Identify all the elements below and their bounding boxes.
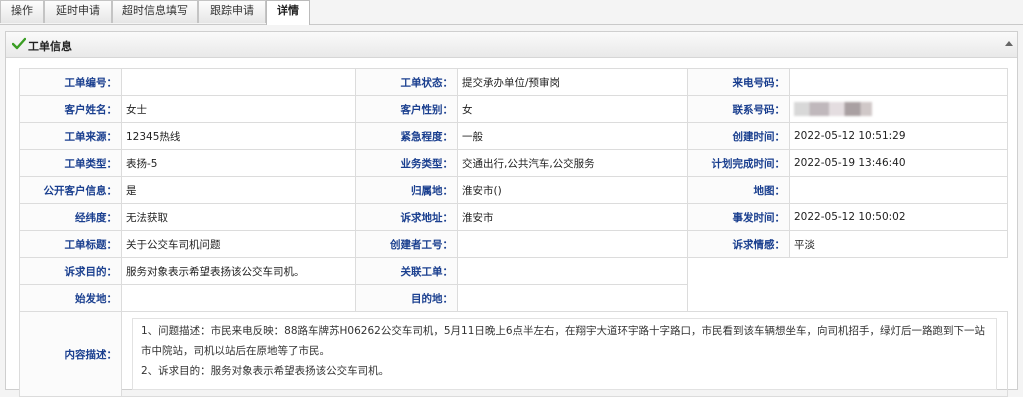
table-row: 客户姓名： 女士 客户性别： 女 联系号码：	[19, 95, 1008, 123]
lnglat-label: 经纬度：	[19, 203, 122, 231]
map-value[interactable]	[789, 176, 1008, 204]
locality-label: 归属地：	[355, 176, 458, 204]
related-order-value[interactable]	[457, 257, 688, 285]
creator-id-label: 创建者工号：	[355, 230, 458, 258]
planned-finish-value: 2022-05-19 13:46:40	[789, 149, 1008, 177]
order-no-value	[121, 68, 356, 96]
tab-delay-request[interactable]: 延时申请	[44, 0, 112, 23]
created-at-value: 2022-05-12 10:51:29	[789, 122, 1008, 150]
appeal-emotion-value: 平淡	[789, 230, 1008, 258]
customer-name-label: 客户姓名：	[19, 95, 122, 123]
panel-header: 工单信息	[6, 32, 1017, 58]
order-title-label: 工单标题：	[19, 230, 122, 258]
content-description: 1、问题描述：市民来电反映：88路车牌苏H06262公交车司机，5月11日晚上6…	[132, 318, 997, 390]
origin-label: 始发地：	[19, 284, 122, 312]
appeal-purpose-value: 服务对象表示希望表扬该公交车司机。	[121, 257, 356, 285]
order-status-value: 提交承办单位/预审岗	[457, 68, 688, 96]
business-type-label: 业务类型：	[355, 149, 458, 177]
tab-tracking-request[interactable]: 跟踪申请	[198, 0, 266, 23]
work-order-panel: 工单信息 工单编号： 工单状态： 提交承办单位/预审岗 来电号码： 客户姓名： …	[5, 31, 1018, 397]
order-status-label: 工单状态：	[355, 68, 458, 96]
caller-no-value	[789, 68, 1008, 96]
tab-operation[interactable]: 操作	[0, 0, 44, 23]
urgency-label: 紧急程度：	[355, 122, 458, 150]
appeal-address-label: 诉求地址：	[355, 203, 458, 231]
creator-id-value	[457, 230, 688, 258]
appeal-purpose-label: 诉求目的：	[19, 257, 122, 285]
customer-gender-value: 女	[457, 95, 688, 123]
order-no-label: 工单编号：	[19, 68, 122, 96]
content-cell: 1、问题描述：市民来电反映：88路车牌苏H06262公交车司机，5月11日晚上6…	[121, 311, 1008, 397]
redacted-phone	[794, 102, 872, 116]
customer-gender-label: 客户性别：	[355, 95, 458, 123]
tab-bar: 操作 延时申请 超时信息填写 跟踪申请 详情	[0, 0, 1023, 25]
incident-time-label: 事发时间：	[687, 203, 790, 231]
table-row: 经纬度： 无法获取 诉求地址： 淮安市 事发时间： 2022-05-12 10:…	[19, 203, 1008, 231]
origin-value	[121, 284, 356, 312]
related-order-label: 关联工单：	[355, 257, 458, 285]
table-row: 内容描述： 1、问题描述：市民来电反映：88路车牌苏H06262公交车司机，5月…	[19, 311, 1008, 397]
table-row: 始发地： 目的地：	[19, 284, 1008, 312]
tab-details[interactable]: 详情	[266, 0, 310, 25]
map-label: 地图：	[687, 176, 790, 204]
locality-value: 淮安市()	[457, 176, 688, 204]
empty-cell	[687, 284, 1008, 312]
order-title-value: 关于公交车司机问题	[121, 230, 356, 258]
contact-no-label: 联系号码：	[687, 95, 790, 123]
tab-overtime-info[interactable]: 超时信息填写	[112, 0, 198, 23]
destination-label: 目的地：	[355, 284, 458, 312]
table-row: 工单标题： 关于公交车司机问题 创建者工号： 诉求情感： 平淡	[19, 230, 1008, 258]
destination-value	[457, 284, 688, 312]
table-row: 工单编号： 工单状态： 提交承办单位/预审岗 来电号码：	[19, 68, 1008, 96]
planned-finish-label: 计划完成时间：	[687, 149, 790, 177]
public-info-label: 公开客户信息：	[19, 176, 122, 204]
lnglat-value: 无法获取	[121, 203, 356, 231]
table-row: 工单类型： 表扬-5 业务类型： 交通出行,公共汽车,公交服务 计划完成时间： …	[19, 149, 1008, 177]
business-type-value: 交通出行,公共汽车,公交服务	[457, 149, 688, 177]
checkmark-icon	[12, 37, 26, 50]
source-label: 工单来源：	[19, 122, 122, 150]
appeal-emotion-label: 诉求情感：	[687, 230, 790, 258]
appeal-address-value: 淮安市	[457, 203, 688, 231]
content-line-1: 1、问题描述：市民来电反映：88路车牌苏H06262公交车司机，5月11日晚上6…	[141, 325, 986, 357]
table-row: 工单来源： 12345热线 紧急程度： 一般 创建时间： 2022-05-12 …	[19, 122, 1008, 150]
public-info-value: 是	[121, 176, 356, 204]
order-type-label: 工单类型：	[19, 149, 122, 177]
contact-no-value	[789, 95, 1008, 123]
content-label: 内容描述：	[19, 311, 122, 397]
content-line-2: 2、诉求目的：服务对象表示希望表扬该公交车司机。	[141, 365, 390, 377]
order-type-value: 表扬-5	[121, 149, 356, 177]
source-value: 12345热线	[121, 122, 356, 150]
created-at-label: 创建时间：	[687, 122, 790, 150]
caller-no-label: 来电号码：	[687, 68, 790, 96]
collapse-icon[interactable]	[1005, 41, 1013, 46]
panel-title: 工单信息	[28, 40, 72, 53]
customer-name-value: 女士	[121, 95, 356, 123]
urgency-value: 一般	[457, 122, 688, 150]
table-row: 诉求目的： 服务对象表示希望表扬该公交车司机。 关联工单：	[19, 257, 1008, 285]
incident-time-value: 2022-05-12 10:50:02	[789, 203, 1008, 231]
work-order-table: 工单编号： 工单状态： 提交承办单位/预审岗 来电号码： 客户姓名： 女士 客户…	[19, 68, 1008, 397]
table-row: 公开客户信息： 是 归属地： 淮安市() 地图：	[19, 176, 1008, 204]
empty-cell	[687, 257, 1008, 285]
